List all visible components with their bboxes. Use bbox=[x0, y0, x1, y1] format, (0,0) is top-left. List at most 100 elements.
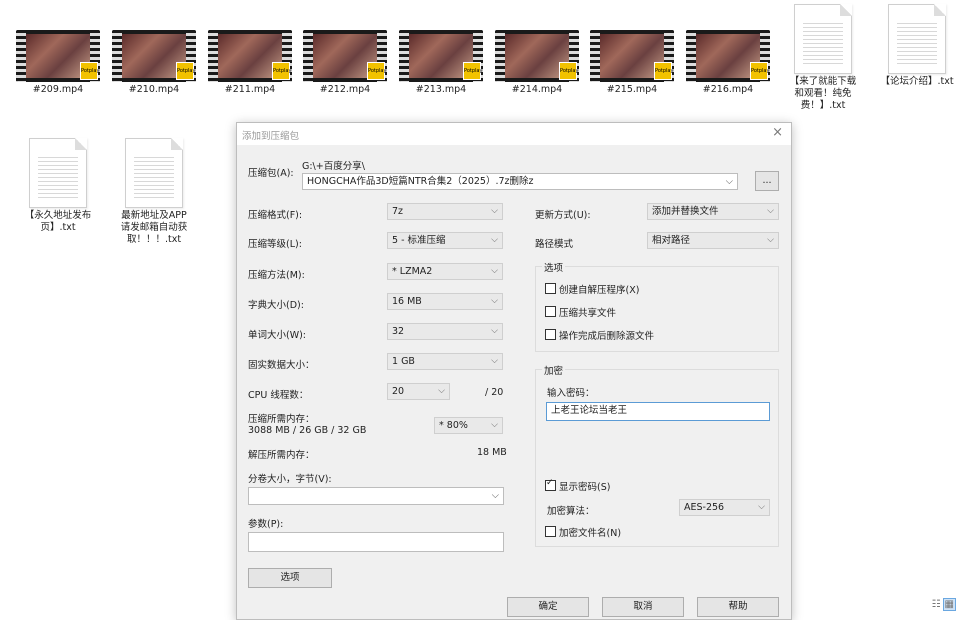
shared-checkbox[interactable]: 压缩共享文件 bbox=[545, 305, 616, 319]
enc-method-select[interactable]: AES-256 ⌵ bbox=[679, 499, 770, 516]
file-name-line: 请发邮箱自动获 bbox=[120, 222, 188, 233]
format-select[interactable]: 7z ⌵ bbox=[387, 203, 503, 220]
cpu-select[interactable]: 20 ⌵ bbox=[387, 383, 450, 400]
potplayer-icon: Potplayer bbox=[176, 62, 196, 80]
help-button[interactable]: 帮助 bbox=[697, 597, 779, 617]
video-thumbnail: Potplayer bbox=[399, 30, 483, 82]
chevron-down-icon: ⌵ bbox=[491, 266, 498, 276]
cpu-value: 20 bbox=[392, 386, 405, 397]
chevron-down-icon: ⌵ bbox=[767, 206, 774, 216]
delete-label: 操作完成后删除源文件 bbox=[559, 331, 655, 342]
sfx-checkbox[interactable]: 创建自解压程序(X) bbox=[545, 282, 639, 296]
checkbox-checked[interactable] bbox=[545, 478, 556, 491]
password-label: 输入密码： bbox=[547, 388, 595, 399]
method-select[interactable]: * LZMA2 ⌵ bbox=[387, 263, 503, 280]
solid-select[interactable]: 1 GB ⌵ bbox=[387, 353, 503, 370]
checkbox-unchecked[interactable] bbox=[545, 306, 556, 317]
video-file[interactable]: Potplayer #211.mp4 bbox=[205, 30, 295, 96]
video-file[interactable]: Potplayer #209.mp4 bbox=[13, 30, 103, 96]
view-toggle[interactable]: ☷ ▦ bbox=[930, 598, 956, 611]
password-input[interactable]: 上老王论坛当老王 bbox=[546, 402, 770, 421]
params-input[interactable] bbox=[248, 532, 504, 552]
update-label: 更新方式(U): bbox=[535, 210, 591, 221]
chevron-down-icon: ⌵ bbox=[491, 420, 498, 430]
show-password-checkbox[interactable]: 显示密码(S) bbox=[545, 478, 611, 493]
word-select[interactable]: 32 ⌵ bbox=[387, 323, 503, 340]
options-button[interactable]: 选项 bbox=[248, 568, 332, 588]
encrypt-names-checkbox[interactable]: 加密文件名(N) bbox=[545, 525, 621, 539]
path-mode-label: 路径模式 bbox=[535, 239, 574, 250]
archive-path: G:\+百度分享\ bbox=[302, 161, 365, 172]
file-name-line: 和观看！纯免 bbox=[794, 88, 852, 99]
memory-label: 压缩所需内存： bbox=[248, 414, 315, 425]
file-name: #211.mp4 bbox=[224, 84, 276, 95]
show-password-label: 显示密码(S) bbox=[559, 482, 611, 493]
video-thumbnail: Potplayer bbox=[303, 30, 387, 82]
chevron-down-icon: ⌵ bbox=[767, 235, 774, 245]
split-combo[interactable]: ⌵ bbox=[248, 487, 504, 505]
delete-checkbox[interactable]: 操作完成后删除源文件 bbox=[545, 328, 654, 342]
checkbox-unchecked[interactable] bbox=[545, 329, 556, 340]
file-name-line: 费！】.txt bbox=[800, 100, 846, 111]
chevron-down-icon: ⌵ bbox=[758, 502, 765, 512]
file-name: #212.mp4 bbox=[319, 84, 371, 95]
title-bar: 添加到压缩包 × bbox=[237, 123, 791, 145]
file-name: #209.mp4 bbox=[32, 84, 84, 95]
level-value: 5 - 标准压缩 bbox=[392, 235, 446, 246]
checkbox-unchecked[interactable] bbox=[545, 526, 556, 537]
text-file[interactable]: 【永久地址发布 页】.txt bbox=[13, 138, 103, 234]
browse-button[interactable]: ... bbox=[755, 171, 779, 191]
video-file[interactable]: Potplayer #216.mp4 bbox=[683, 30, 773, 96]
video-file[interactable]: Potplayer #214.mp4 bbox=[492, 30, 582, 96]
text-file-icon bbox=[29, 138, 87, 208]
potplayer-icon: Potplayer bbox=[750, 62, 770, 80]
shared-label: 压缩共享文件 bbox=[559, 308, 617, 319]
video-file[interactable]: Potplayer #210.mp4 bbox=[109, 30, 199, 96]
chevron-down-icon[interactable]: ⌵ bbox=[726, 174, 733, 189]
text-file-icon bbox=[888, 4, 946, 74]
archive-name-value: HONGCHA作品3D短篇NTR合集2（2025）.7z删除z bbox=[307, 176, 534, 187]
text-file[interactable]: 最新地址及APP 请发邮箱自动获 取！！！.txt bbox=[109, 138, 199, 246]
video-file[interactable]: Potplayer #215.mp4 bbox=[587, 30, 677, 96]
potplayer-icon: Potplayer bbox=[654, 62, 674, 80]
dict-value: 16 MB bbox=[392, 296, 422, 307]
potplayer-icon: Potplayer bbox=[463, 62, 483, 80]
archive-name-combo[interactable]: HONGCHA作品3D短篇NTR合集2（2025）.7z删除z ⌵ bbox=[302, 173, 738, 190]
memory-detail: 3088 MB / 26 GB / 32 GB bbox=[248, 425, 367, 436]
dict-label: 字典大小(D): bbox=[248, 300, 304, 311]
level-select[interactable]: 5 - 标准压缩 ⌵ bbox=[387, 232, 503, 249]
potplayer-icon: Potplayer bbox=[80, 62, 100, 80]
file-name: 【论坛介绍】.txt bbox=[880, 76, 954, 87]
checkbox-unchecked[interactable] bbox=[545, 283, 556, 294]
text-file[interactable]: 【论坛介绍】.txt bbox=[872, 4, 960, 88]
chevron-down-icon[interactable]: ⌵ bbox=[492, 488, 499, 504]
video-thumbnail: Potplayer bbox=[112, 30, 196, 82]
update-select[interactable]: 添加并替换文件 ⌵ bbox=[647, 203, 779, 220]
encrypt-names-label: 加密文件名(N) bbox=[559, 528, 622, 539]
file-name: #210.mp4 bbox=[128, 84, 180, 95]
file-name-line: 取！！！.txt bbox=[126, 234, 182, 245]
update-value: 添加并替换文件 bbox=[652, 206, 719, 217]
dict-select[interactable]: 16 MB ⌵ bbox=[387, 293, 503, 310]
video-thumbnail: Potplayer bbox=[208, 30, 292, 82]
video-file[interactable]: Potplayer #213.mp4 bbox=[396, 30, 486, 96]
text-file-icon bbox=[125, 138, 183, 208]
large-icons-view-icon[interactable]: ▦ bbox=[942, 598, 956, 611]
path-mode-select[interactable]: 相对路径 ⌵ bbox=[647, 232, 779, 249]
solid-value: 1 GB bbox=[392, 356, 415, 367]
ok-button[interactable]: 确定 bbox=[507, 597, 589, 617]
cancel-button[interactable]: 取消 bbox=[602, 597, 684, 617]
params-label: 参数(P): bbox=[248, 519, 284, 530]
dialog-title: 添加到压缩包 bbox=[242, 131, 300, 142]
chevron-down-icon: ⌵ bbox=[491, 235, 498, 245]
solid-label: 固实数据大小： bbox=[248, 360, 315, 371]
potplayer-icon: Potplayer bbox=[367, 62, 387, 80]
video-file[interactable]: Potplayer #212.mp4 bbox=[300, 30, 390, 96]
text-file[interactable]: 【来了就能下载 和观看！纯免 费！】.txt bbox=[778, 4, 868, 112]
video-thumbnail: Potplayer bbox=[686, 30, 770, 82]
close-icon[interactable]: × bbox=[772, 125, 783, 140]
file-name-line: 页】.txt bbox=[40, 222, 76, 233]
details-view-icon[interactable]: ☷ bbox=[932, 599, 941, 610]
file-name: 最新地址及APP 请发邮箱自动获 取！！！.txt bbox=[109, 210, 199, 246]
memory-select[interactable]: * 80% ⌵ bbox=[434, 417, 503, 434]
